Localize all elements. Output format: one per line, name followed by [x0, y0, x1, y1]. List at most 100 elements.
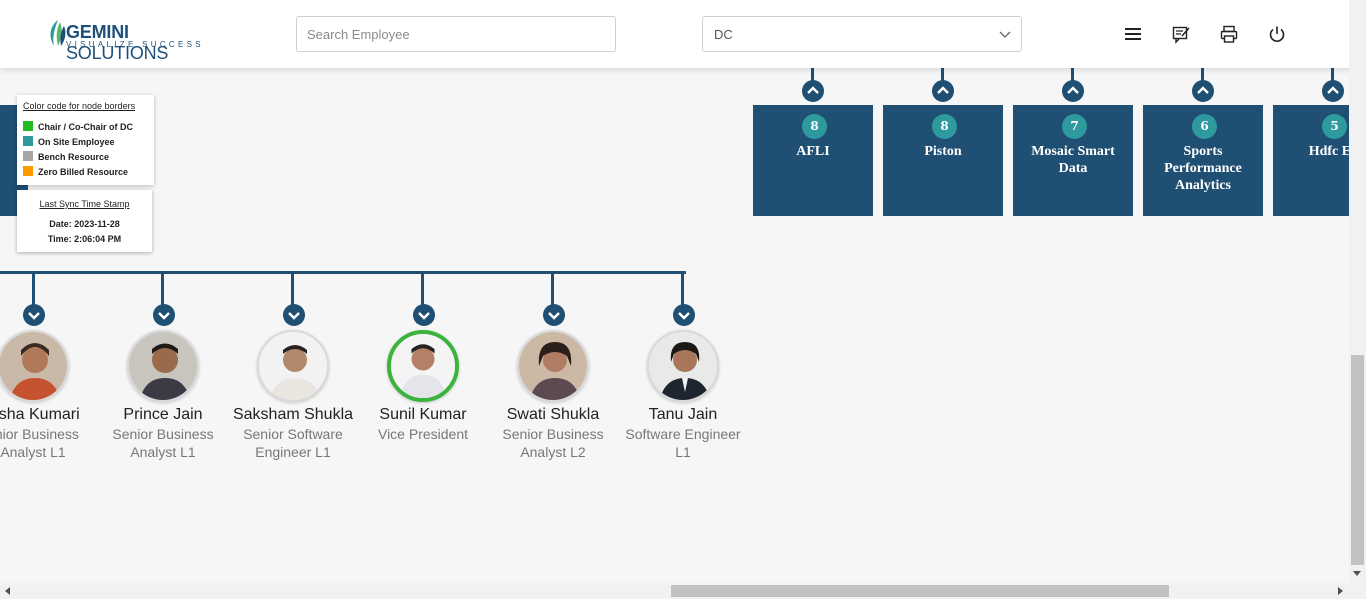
connector-line — [291, 271, 294, 307]
project-name: Piston — [924, 144, 962, 159]
project-node-sports-performance-analytics[interactable]: 6 Sports Performance Analytics — [1143, 105, 1263, 216]
employee-node[interactable]: Swati Shukla Senior Business Analyst L2 — [488, 330, 618, 461]
logo-tagline: VISUALIZE SUCCESS — [66, 40, 204, 49]
employee-node[interactable]: Prince Jain Senior Business Analyst L1 — [98, 330, 228, 461]
employee-node[interactable]: Sunil Kumar Vice President — [358, 330, 488, 443]
expand-toggle[interactable] — [23, 304, 45, 326]
avatar[interactable] — [127, 330, 199, 402]
project-count-badge: 5 — [1322, 114, 1347, 139]
chevron-down-icon — [28, 312, 40, 320]
legend-item: Bench Resource — [23, 151, 109, 163]
connector-line — [161, 271, 164, 307]
connector-line — [32, 271, 35, 307]
project-node-afli[interactable]: 8 AFLI — [753, 105, 873, 216]
employee-title: Vice President — [377, 426, 468, 442]
employee-node[interactable]: Tanu Jain Software Engineer L1 — [618, 330, 748, 461]
avatar[interactable] — [0, 330, 69, 402]
person-photo-icon — [391, 334, 455, 398]
legend-item: On Site Employee — [23, 136, 115, 148]
employee-title: Senior Business Analyst L2 — [502, 426, 604, 460]
employee-name: Sunil Kumar — [379, 406, 467, 423]
employee-name: Tanu Jain — [648, 406, 718, 423]
expand-toggle[interactable] — [153, 304, 175, 326]
project-count-badge: 8 — [932, 114, 957, 139]
legend-title: Color code for node borders — [23, 101, 136, 111]
scroll-down-arrow-icon[interactable] — [1353, 571, 1361, 576]
collapse-toggle[interactable] — [802, 80, 824, 102]
department-dropdown-value: DC — [714, 27, 733, 42]
avatar[interactable] — [517, 330, 589, 402]
horizontal-scrollbar-thumb[interactable] — [671, 585, 1169, 597]
employee-title: Software Engineer L1 — [625, 426, 741, 460]
employee-name: Prince Jain — [123, 406, 203, 423]
power-icon[interactable] — [1267, 24, 1287, 44]
legend-swatch-teal — [23, 136, 33, 146]
person-photo-icon — [129, 332, 197, 400]
gemini-logo[interactable]: GEMINI SOLUTIONS VISUALIZE SUCCESS — [46, 16, 216, 63]
chevron-up-icon — [1067, 86, 1079, 94]
project-node-piston[interactable]: 8 Piston — [883, 105, 1003, 216]
employee-node[interactable]: Saksham Shukla Senior Software Engineer … — [228, 330, 358, 461]
chevron-up-icon — [807, 86, 819, 94]
department-dropdown[interactable]: DC — [702, 16, 1022, 52]
collapse-toggle[interactable] — [1192, 80, 1214, 102]
employee-title: enior Business Analyst L1 — [0, 426, 79, 460]
color-legend: Color code for node borders Chair / Co-C… — [17, 95, 154, 185]
legend-swatch-gray — [23, 151, 33, 161]
chevron-up-icon — [1327, 86, 1339, 94]
menu-icon[interactable] — [1123, 24, 1143, 44]
person-photo-icon — [259, 332, 327, 400]
avatar[interactable] — [647, 330, 719, 402]
tree-connector-horizontal — [0, 271, 686, 274]
avatar[interactable] — [257, 330, 329, 402]
expand-toggle[interactable] — [673, 304, 695, 326]
sync-date: Date: 2023-11-28 — [49, 219, 120, 229]
chevron-down-icon — [678, 312, 690, 320]
collapse-toggle[interactable] — [1062, 80, 1084, 102]
top-header: GEMINI SOLUTIONS VISUALIZE SUCCESS DC — [0, 0, 1366, 68]
legend-item: Zero Billed Resource — [23, 166, 128, 178]
sync-time: Time: 2:06:04 PM — [47, 234, 122, 244]
legend-item-label: Zero Billed Resource — [38, 167, 129, 177]
legend-swatch-orange — [23, 166, 33, 176]
expand-toggle[interactable] — [543, 304, 565, 326]
project-name: Hdfc Er — [1308, 144, 1349, 159]
project-count-badge: 6 — [1192, 114, 1217, 139]
expand-toggle[interactable] — [283, 304, 305, 326]
sync-timestamp-box: Last Sync Time Stamp Date: 2023-11-28 Ti… — [17, 190, 152, 252]
legend-swatch-green — [23, 121, 33, 131]
legend-item-label: Chair / Co-Chair of DC — [38, 122, 134, 132]
chevron-up-icon — [1197, 86, 1209, 94]
project-name: AFLI — [796, 144, 830, 159]
logo-leaf-icon — [50, 20, 66, 46]
chevron-down-icon — [999, 31, 1011, 38]
employee-title: Senior Business Analyst L1 — [112, 426, 214, 460]
sync-title: Last Sync Time Stamp — [39, 199, 130, 209]
feedback-icon[interactable] — [1171, 24, 1191, 44]
search-employee-input[interactable] — [296, 16, 616, 52]
collapse-toggle[interactable] — [1322, 80, 1344, 102]
chevron-down-icon — [158, 312, 170, 320]
project-node-hdfc[interactable]: 5 Hdfc Er — [1273, 105, 1349, 216]
project-node-mosaic-smart-data[interactable]: 7 Mosaic Smart Data — [1013, 105, 1133, 216]
chevron-up-icon — [937, 86, 949, 94]
chevron-down-icon — [548, 312, 560, 320]
collapse-toggle[interactable] — [932, 80, 954, 102]
employee-name: nisha Kumari — [0, 406, 80, 423]
project-name: Sports Performance Analytics — [1164, 144, 1242, 193]
scroll-right-arrow-icon[interactable] — [1338, 587, 1343, 595]
employee-title: Senior Software Engineer L1 — [243, 426, 343, 460]
connector-line — [551, 271, 554, 307]
avatar[interactable] — [387, 330, 459, 402]
scroll-left-arrow-icon[interactable] — [5, 587, 10, 595]
project-name: Mosaic Smart Data — [1031, 144, 1115, 176]
project-count-badge: 8 — [802, 114, 827, 139]
logo-name-bold: GEMINI — [66, 22, 129, 42]
expand-toggle[interactable] — [413, 304, 435, 326]
legend-item-label: Bench Resource — [38, 152, 110, 162]
vertical-scrollbar-thumb[interactable] — [1351, 355, 1364, 565]
print-icon[interactable] — [1219, 24, 1239, 44]
connector-line — [421, 271, 424, 307]
legend-item-label: On Site Employee — [38, 137, 115, 147]
employee-node[interactable]: nisha Kumari enior Business Analyst L1 — [0, 330, 98, 461]
